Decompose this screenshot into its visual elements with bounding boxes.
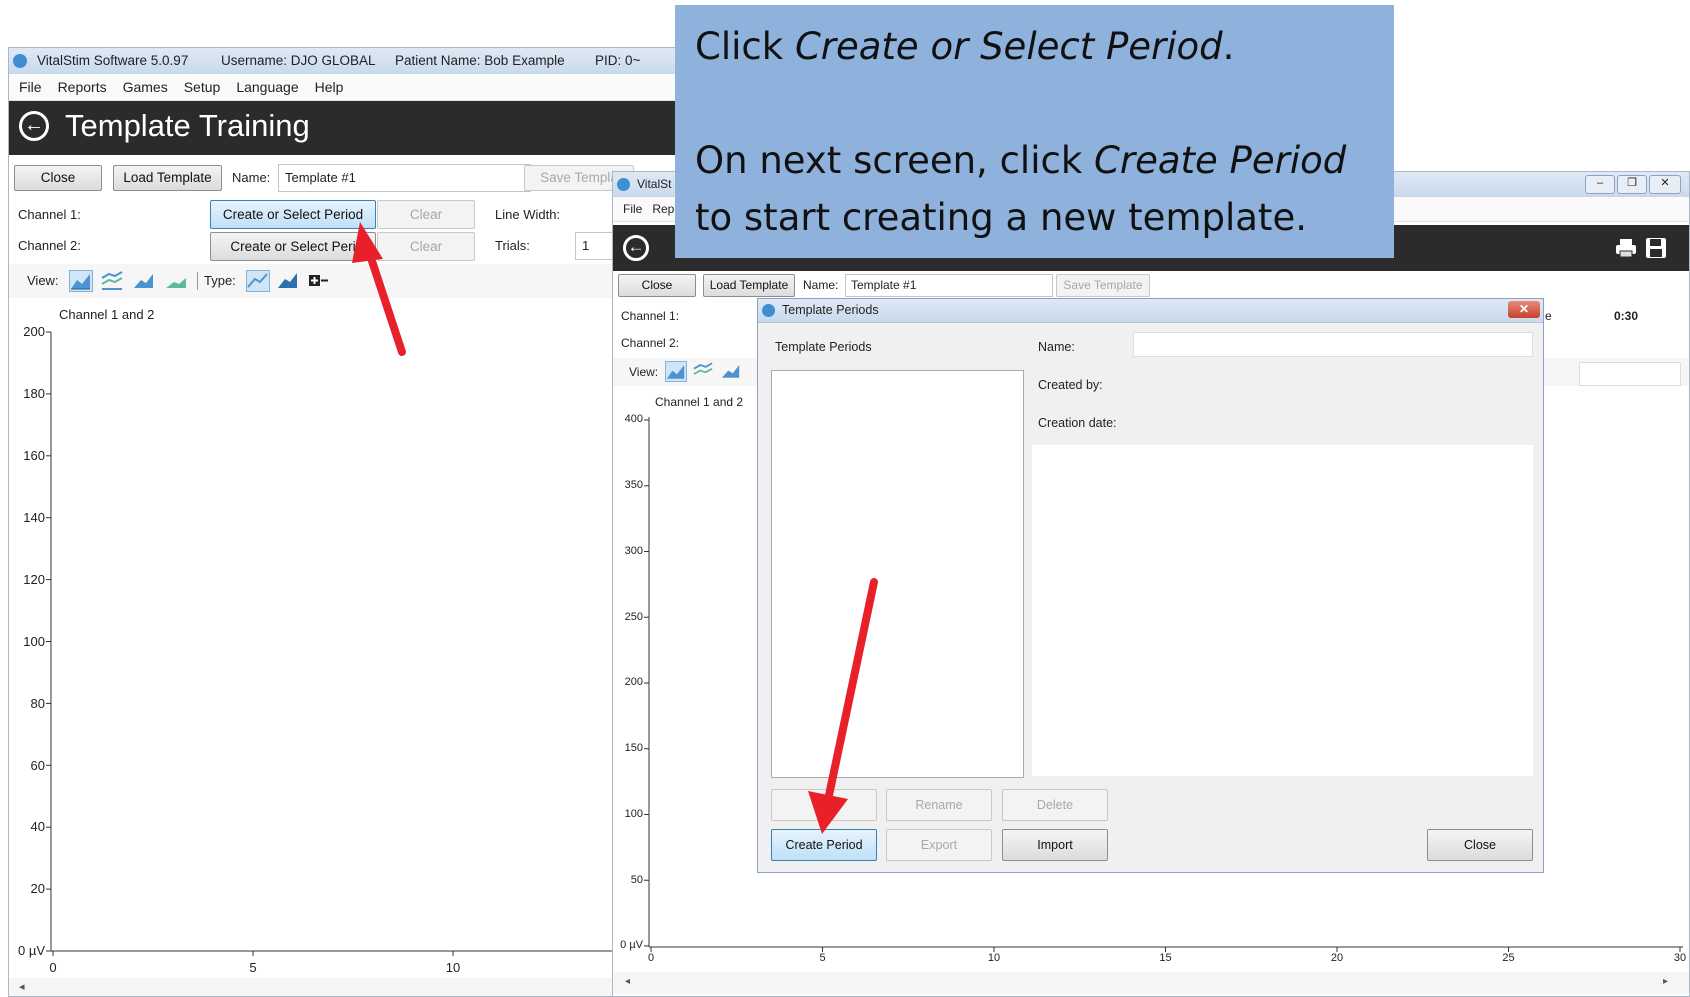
x-tick-label: 10: [987, 952, 1001, 964]
x-tick-label: 0: [49, 960, 57, 975]
y-tick-label: 180: [23, 386, 45, 402]
y-tick-label: 140: [23, 509, 45, 525]
y-tick-label: 200: [624, 676, 643, 689]
right-scroll-right-icon[interactable]: ▸: [1663, 976, 1668, 987]
y-tick-label: 250: [624, 610, 643, 623]
y-tick-label: 350: [624, 479, 643, 492]
created-by-label: Created by:: [1038, 378, 1103, 392]
template-periods-list-label: Template Periods: [775, 340, 872, 354]
y-tick-label: 40: [30, 819, 45, 835]
create-period-button[interactable]: Create Period: [771, 829, 877, 861]
period-name-label: Name:: [1038, 340, 1075, 354]
instruction-callout: Click Create or Select Period. On next s…: [675, 5, 1394, 258]
callout-line2-text: On next screen, click: [695, 139, 1095, 182]
dialog-title-bar: Template Periods ✕: [758, 299, 1543, 323]
callout-line-3: to start creating a new template.: [695, 196, 1307, 239]
y-tick-label: 0 µV: [620, 939, 643, 952]
callout-line1-text: Click: [695, 25, 795, 68]
y-tick-label: 20: [30, 881, 45, 897]
left-app-window: VitalStim Software 5.0.97 Username: DJO …: [8, 47, 708, 997]
callout-line-2: On next screen, click Create Period: [695, 132, 1374, 189]
left-chart-axes: [46, 331, 707, 956]
right-scrollbar[interactable]: ◂ ▸: [613, 972, 1689, 994]
callout-line2-emphasis: Create Period: [1094, 139, 1347, 182]
right-scroll-left-icon[interactable]: ◂: [625, 976, 630, 987]
template-periods-dialog: Template Periods ✕ Template Periods Name…: [757, 298, 1544, 873]
dialog-close-icon[interactable]: ✕: [1508, 301, 1540, 318]
callout-line-1: Click Create or Select Period.: [695, 18, 1374, 75]
delete-button[interactable]: Delete: [1002, 789, 1108, 821]
dialog-close-button[interactable]: Close: [1427, 829, 1533, 861]
y-tick-label: 100: [23, 633, 45, 649]
period-name-input[interactable]: [1133, 332, 1533, 357]
x-tick-label: 25: [1502, 952, 1515, 964]
y-tick-label: 60: [30, 757, 45, 773]
y-tick-label: 200: [23, 324, 45, 340]
callout-spacer: [695, 75, 1374, 132]
dialog-logo-icon: [762, 304, 775, 317]
dialog-title: Template Periods: [782, 303, 879, 317]
creation-date-label: Creation date:: [1038, 416, 1117, 430]
y-tick-label: 100: [624, 807, 643, 820]
y-tick-label: 160: [23, 448, 45, 463]
import-button[interactable]: Import: [1002, 829, 1108, 861]
export-button[interactable]: Export: [886, 829, 992, 861]
left-scrollbar[interactable]: ◂: [9, 978, 707, 996]
x-tick-label: 10: [445, 960, 461, 975]
x-tick-label: 15: [1159, 952, 1172, 964]
y-tick-label: 80: [30, 695, 45, 711]
blank-button[interactable]: [771, 789, 877, 821]
callout-line1-end: .: [1222, 25, 1235, 68]
x-tick-label: 20: [1330, 952, 1344, 964]
callout-line1-emphasis: Create or Select Period: [794, 25, 1223, 68]
y-tick-label: 50: [630, 873, 643, 886]
x-tick-label: 30: [1673, 952, 1687, 964]
x-tick-label: 0: [647, 952, 655, 964]
scroll-left-icon[interactable]: ◂: [19, 980, 25, 993]
template-periods-list[interactable]: [771, 370, 1024, 778]
y-tick-label: 120: [23, 571, 45, 587]
y-tick-label: 0 µV: [17, 943, 45, 959]
y-tick-label: 400: [624, 413, 643, 426]
y-tick-label: 300: [624, 544, 643, 557]
y-tick-label: 150: [624, 742, 643, 755]
x-tick-label: 5: [249, 960, 257, 975]
x-tick-label: 5: [819, 952, 826, 964]
period-preview-area: [1032, 445, 1533, 776]
rename-button[interactable]: Rename: [886, 789, 992, 821]
